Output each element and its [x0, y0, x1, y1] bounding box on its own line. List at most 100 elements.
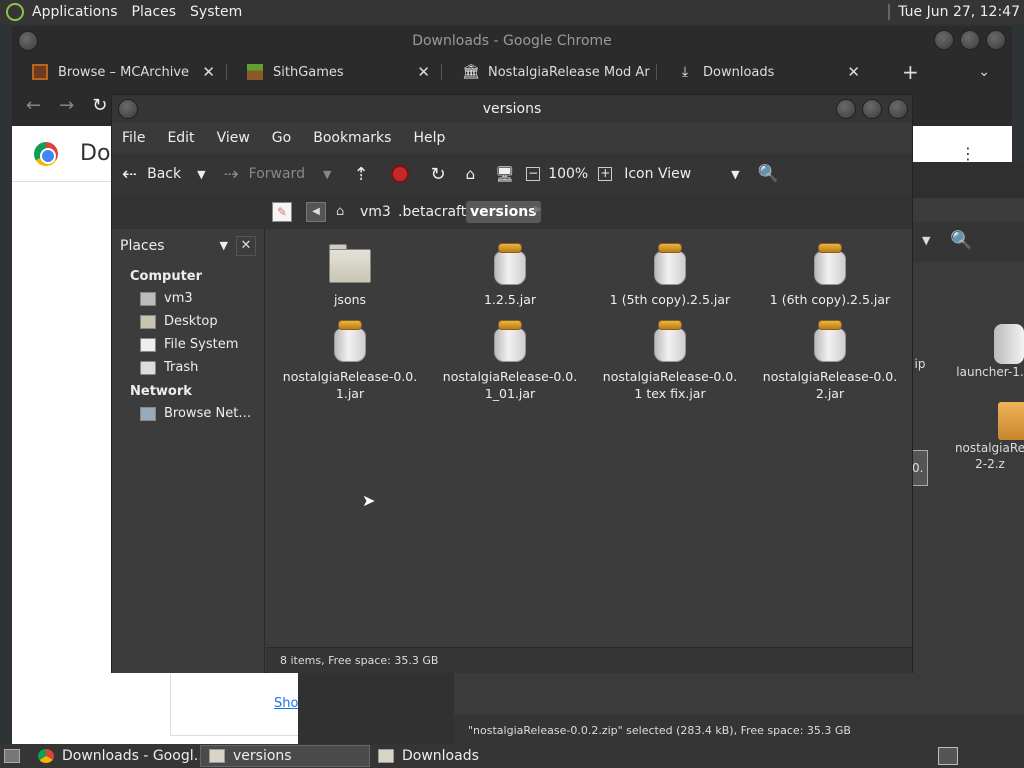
forward-history-dropdown-icon[interactable]: ▼	[323, 168, 331, 181]
edit-location-icon[interactable]: ✎	[272, 202, 292, 222]
chrome-logo-icon	[34, 141, 58, 166]
reload-icon[interactable]: ↻	[92, 95, 107, 116]
applications-menu[interactable]: Applications	[32, 4, 118, 20]
new-tab-button[interactable]: +	[902, 60, 919, 84]
tab-label: Downloads	[703, 64, 775, 80]
path-segment-betacraft[interactable]: .betacraft	[398, 204, 466, 220]
path-right-arrow-icon[interactable]: ▶	[534, 204, 542, 215]
window-menu-button[interactable]	[18, 31, 38, 51]
tab-sithgames[interactable]: SithGames ✕	[227, 56, 442, 88]
path-segment-vm3[interactable]: vm3	[360, 204, 391, 220]
back-history-dropdown-icon[interactable]: ▼	[197, 168, 205, 181]
view-mode-dropdown-icon[interactable]: ▼	[731, 168, 739, 181]
jar-icon	[808, 318, 852, 364]
trash-icon	[140, 360, 156, 375]
chrome-titlebar[interactable]: Downloads - Google Chrome	[12, 26, 1012, 56]
sidebar-section-computer: Computer	[130, 269, 203, 284]
maximize-button[interactable]	[960, 30, 980, 50]
zip-icon	[998, 402, 1024, 440]
forward-arrow-icon[interactable]: →	[59, 95, 74, 116]
zoom-in-icon[interactable]: +	[598, 167, 613, 181]
file-item[interactable]: 1 (5th copy).2.5.jar	[595, 241, 745, 308]
forward-button[interactable]: ⇢ Forward	[224, 164, 305, 185]
tab-nostalgiarelease[interactable]: 🏛 NostalgiaRelease Mod Ar	[442, 56, 657, 88]
clock[interactable]: Tue Jun 27, 12:47	[898, 4, 1020, 20]
tab-downloads[interactable]: ⤓ Downloads ✕	[657, 56, 872, 88]
tab-search-chevron-icon[interactable]: ⌄	[978, 64, 990, 80]
system-menu[interactable]: System	[190, 4, 242, 20]
reload-icon[interactable]: ↻	[431, 164, 446, 185]
sidebar-item-browse-network[interactable]: Browse Net…	[140, 406, 251, 421]
window-menu-button[interactable]	[118, 99, 138, 119]
downloads-statusbar: "nostalgiaRelease-0.0.2.zip" selected (2…	[454, 714, 1024, 748]
jar-icon	[488, 241, 532, 287]
tab-label: Browse – MCArchive	[58, 64, 190, 80]
file-item[interactable]: nostalgiaRelease-0.0. 2.jar	[755, 318, 905, 402]
show-desktop-icon[interactable]	[4, 749, 20, 763]
jar-icon	[328, 318, 372, 364]
show-in-folder-link[interactable]: Sho	[274, 696, 298, 711]
close-tab-icon[interactable]: ✕	[202, 63, 215, 81]
menu-go[interactable]: Go	[272, 130, 291, 146]
sidebar-item-desktop[interactable]: Desktop	[140, 314, 218, 329]
folder-item-jsons[interactable]: jsons	[275, 241, 425, 308]
stop-icon[interactable]	[390, 165, 409, 183]
back-arrow-icon[interactable]: ←	[26, 95, 41, 116]
trash-applet-icon[interactable]	[938, 747, 958, 765]
menu-edit[interactable]: Edit	[167, 130, 194, 146]
search-icon[interactable]: 🔍	[758, 164, 779, 184]
up-arrow-icon[interactable]: ⇡	[353, 164, 368, 185]
minimize-button[interactable]	[934, 30, 954, 50]
file-item[interactable]: nostalgiaRelease-0.0. 1.jar	[275, 318, 425, 402]
sidebar-item-file-system[interactable]: File System	[140, 337, 238, 352]
taskbar-item-downloads[interactable]: Downloads	[370, 745, 540, 767]
more-options-icon[interactable]: ⋮	[960, 144, 976, 163]
mate-logo-icon[interactable]	[6, 3, 24, 21]
mcarchive-icon	[32, 64, 48, 80]
selected-file-fragment[interactable]: 0.	[912, 450, 928, 486]
home-folder-icon: ⌂	[336, 204, 345, 219]
versions-titlebar[interactable]: versions	[112, 95, 912, 123]
menu-help[interactable]: Help	[413, 130, 445, 146]
computer-icon[interactable]: 🖥	[495, 165, 514, 183]
back-button[interactable]: ⇠ Back	[122, 164, 181, 185]
menu-view[interactable]: View	[217, 130, 250, 146]
forward-arrow-icon: ⇢	[223, 163, 239, 185]
file-item[interactable]: launcher-1.	[950, 324, 1024, 380]
minimize-button[interactable]	[836, 99, 856, 119]
jar-icon	[648, 318, 692, 364]
file-icon-view: jsons 1.2.5.jar 1 (5th copy).2.5.jar 1 (…	[266, 229, 912, 647]
sidebar-places-select[interactable]: Places ▼	[116, 235, 232, 257]
file-item[interactable]: nostalgiaRelease-0.0. 1 tex fix.jar	[595, 318, 745, 402]
menu-file[interactable]: File	[122, 130, 145, 146]
view-mode-select[interactable]: Icon View	[624, 166, 691, 182]
menu-bookmarks[interactable]: Bookmarks	[313, 130, 391, 146]
zoom-out-icon[interactable]: −	[526, 167, 541, 181]
chrome-tabstrip: Browse – MCArchive ✕ SithGames ✕ 🏛 Nosta…	[12, 56, 1012, 88]
sidebar-item-trash[interactable]: Trash	[140, 360, 198, 375]
drive-icon	[140, 337, 156, 352]
tab-label: NostalgiaRelease Mod Ar	[488, 64, 650, 80]
file-item[interactable]: 1 (6th copy).2.5.jar	[755, 241, 905, 308]
taskbar-item-versions[interactable]: versions	[200, 745, 370, 767]
path-left-arrow-icon[interactable]: ◀	[306, 202, 326, 222]
statusbar: 8 items, Free space: 35.3 GB	[266, 647, 912, 673]
close-sidebar-icon[interactable]: ✕	[236, 236, 256, 256]
close-button[interactable]	[888, 99, 908, 119]
file-item[interactable]: nostalgiaRe 2-2.z	[950, 402, 1024, 472]
close-tab-icon[interactable]: ✕	[847, 63, 860, 81]
close-button[interactable]	[986, 30, 1006, 50]
home-icon[interactable]: ⌂	[466, 165, 476, 183]
view-dropdown-icon[interactable]: ▼	[922, 234, 930, 247]
sidebar-item-vm3[interactable]: vm3	[140, 291, 193, 306]
file-item[interactable]: ip	[910, 356, 930, 372]
file-item[interactable]: nostalgiaRelease-0.0. 1_01.jar	[435, 318, 585, 402]
close-tab-icon[interactable]: ✕	[417, 63, 430, 81]
search-icon[interactable]: 🔍	[950, 230, 972, 251]
maximize-button[interactable]	[862, 99, 882, 119]
path-segment-versions[interactable]: versions	[466, 201, 541, 223]
file-item[interactable]: 1.2.5.jar	[435, 241, 585, 308]
taskbar-item-chrome[interactable]: Downloads - Googl…	[30, 745, 200, 767]
places-menu[interactable]: Places	[132, 4, 177, 20]
tab-mcarchive[interactable]: Browse – MCArchive ✕	[12, 56, 227, 88]
